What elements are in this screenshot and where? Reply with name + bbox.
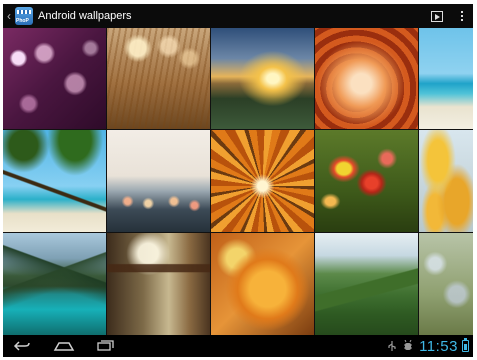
wallpaper-city-road-lights[interactable]	[107, 130, 210, 232]
wallpaper-bokeh-purple[interactable]	[3, 28, 106, 129]
wallpaper-red-canyon[interactable]	[315, 28, 418, 129]
wallpaper-maple-leaf[interactable]	[211, 233, 314, 335]
recents-icon[interactable]	[91, 335, 121, 357]
app-icon[interactable]: PhoP	[15, 7, 33, 25]
wallpaper-tropical-beach[interactable]	[419, 28, 473, 129]
wallpaper-sunset-river[interactable]	[211, 28, 314, 129]
overflow-dot	[461, 19, 463, 21]
app-title: Android wallpapers	[38, 10, 132, 22]
wallpaper-wooden-swing[interactable]	[107, 233, 210, 335]
back-icon[interactable]	[9, 335, 35, 357]
app-icon-tag: PhoP	[16, 18, 29, 24]
screen: ‹ PhoP Android wallpapers 11:53	[0, 0, 477, 360]
home-icon[interactable]	[49, 335, 79, 357]
wallpaper-autumn-trees[interactable]	[211, 130, 314, 232]
system-bar: 11:53	[3, 335, 473, 357]
wallpaper-palm-hammock[interactable]	[3, 130, 106, 232]
film-strip-icon	[17, 10, 31, 14]
action-bar: ‹ PhoP Android wallpapers	[3, 4, 473, 28]
wallpaper-golden-grass[interactable]	[107, 28, 210, 129]
wallpaper-yellow-leaves[interactable]	[419, 130, 473, 232]
battery-icon	[462, 338, 469, 352]
up-caret-icon[interactable]: ‹	[4, 9, 14, 23]
overflow-dot	[461, 11, 463, 13]
overflow-dot	[461, 15, 463, 17]
wallpaper-tulips[interactable]	[315, 130, 418, 232]
usb-icon	[387, 335, 397, 357]
wallpaper-grid	[3, 28, 473, 335]
wallpaper-dandelion[interactable]	[419, 233, 473, 335]
slideshow-icon[interactable]	[431, 10, 443, 22]
debug-icon	[403, 335, 413, 357]
overflow-menu-icon[interactable]	[457, 10, 467, 22]
clock: 11:53	[419, 337, 458, 355]
wallpaper-green-valley[interactable]	[315, 233, 418, 335]
wallpaper-mountain-lake[interactable]	[3, 233, 106, 335]
